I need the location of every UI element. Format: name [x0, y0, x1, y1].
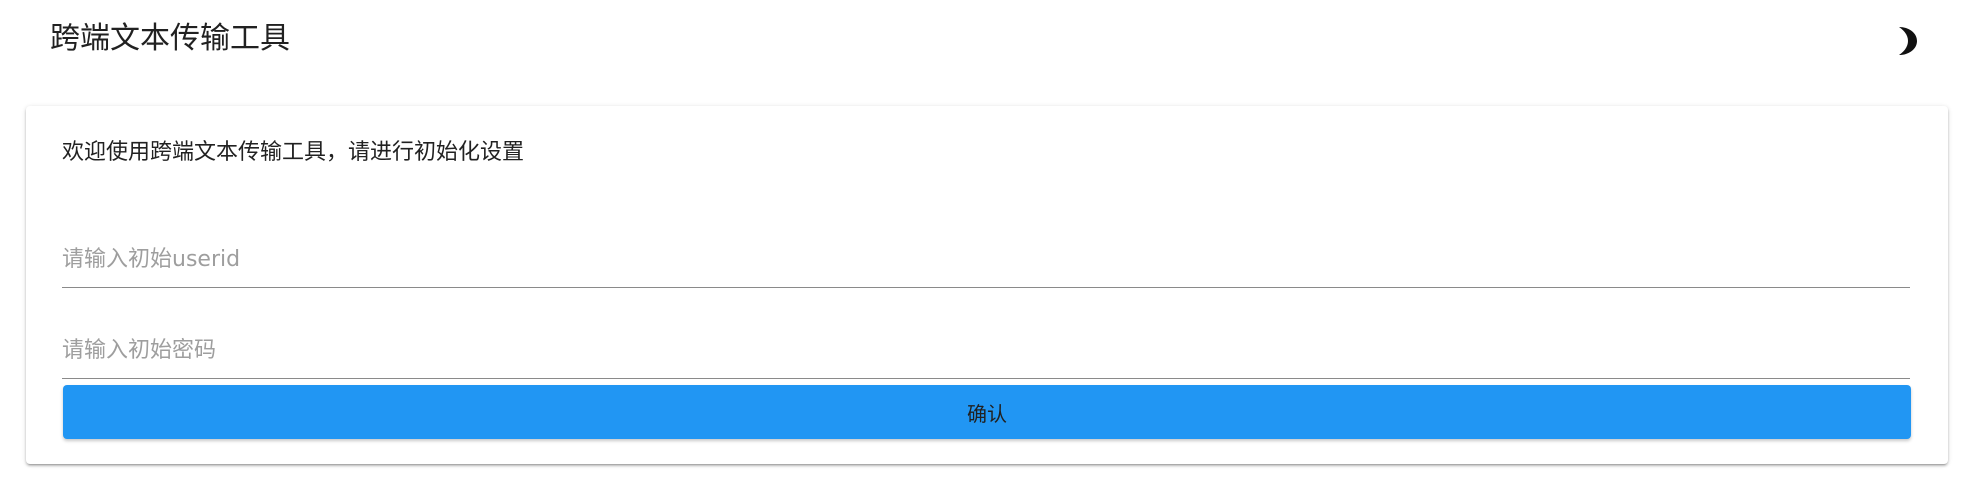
moon-icon: [1899, 27, 1917, 55]
password-field: [62, 323, 1910, 379]
password-underline: [62, 378, 1910, 379]
confirm-button[interactable]: 确认: [63, 385, 1911, 439]
confirm-button-label: 确认: [967, 401, 1007, 426]
app-bar: 跨端文本传输工具: [0, 0, 1969, 80]
app-title: 跨端文本传输工具: [50, 21, 290, 56]
theme-toggle-button[interactable]: [1885, 21, 1925, 61]
userid-underline: [62, 287, 1910, 288]
setup-card: 欢迎使用跨端文本传输工具，请进行初始化设置 确认: [26, 106, 1948, 464]
userid-field: [62, 232, 1910, 288]
welcome-message: 欢迎使用跨端文本传输工具，请进行初始化设置: [62, 140, 525, 165]
password-input[interactable]: [62, 323, 1910, 377]
userid-input[interactable]: [62, 232, 1910, 286]
